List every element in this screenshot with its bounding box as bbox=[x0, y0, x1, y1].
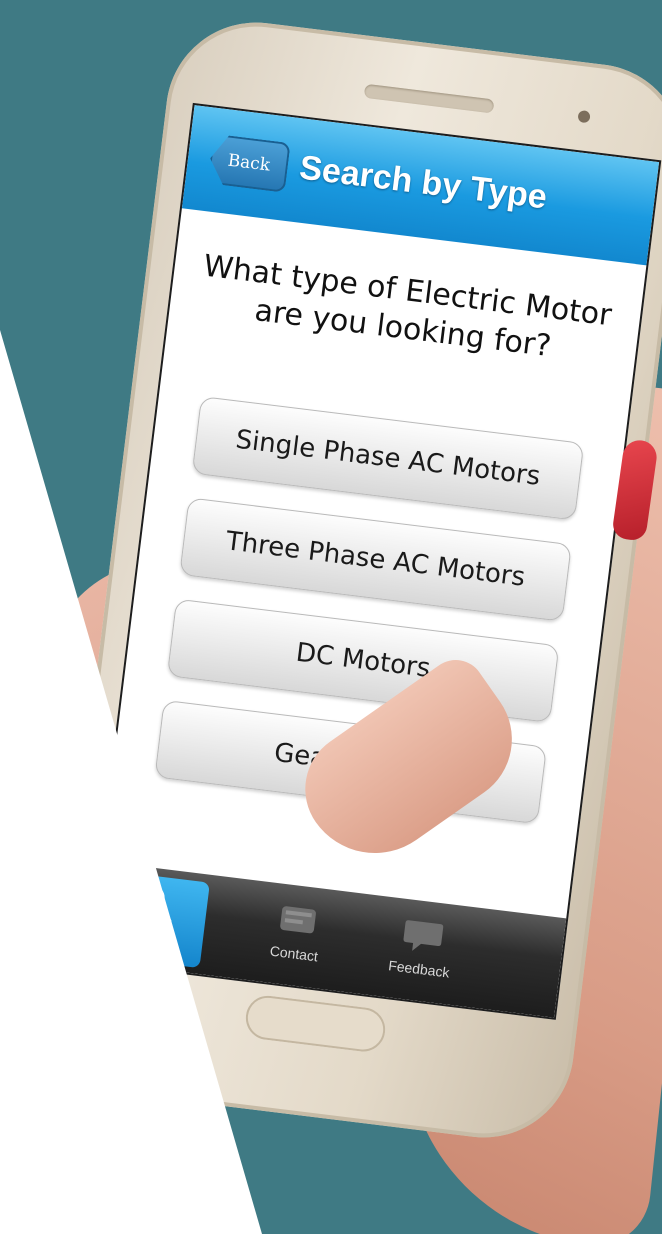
question-text: What type of Electric Motor are you look… bbox=[201, 248, 614, 365]
tab-feedback-label: Feedback bbox=[387, 957, 451, 981]
tab-feedback[interactable]: Feedback bbox=[364, 903, 478, 1001]
tab-contact-label: Contact bbox=[268, 942, 319, 965]
contact-icon bbox=[280, 906, 316, 934]
single-phase-ac-motors-button[interactable]: Single Phase AC Motors bbox=[191, 396, 585, 521]
feedback-icon bbox=[403, 920, 444, 951]
scene: Back Search by Type What type of Electri… bbox=[0, 0, 662, 1234]
three-phase-ac-motors-button[interactable]: Three Phase AC Motors bbox=[179, 497, 572, 622]
page-title: Search by Type bbox=[297, 148, 550, 217]
back-button[interactable]: Back bbox=[207, 134, 291, 193]
tab-contact[interactable]: Contact bbox=[239, 888, 353, 986]
